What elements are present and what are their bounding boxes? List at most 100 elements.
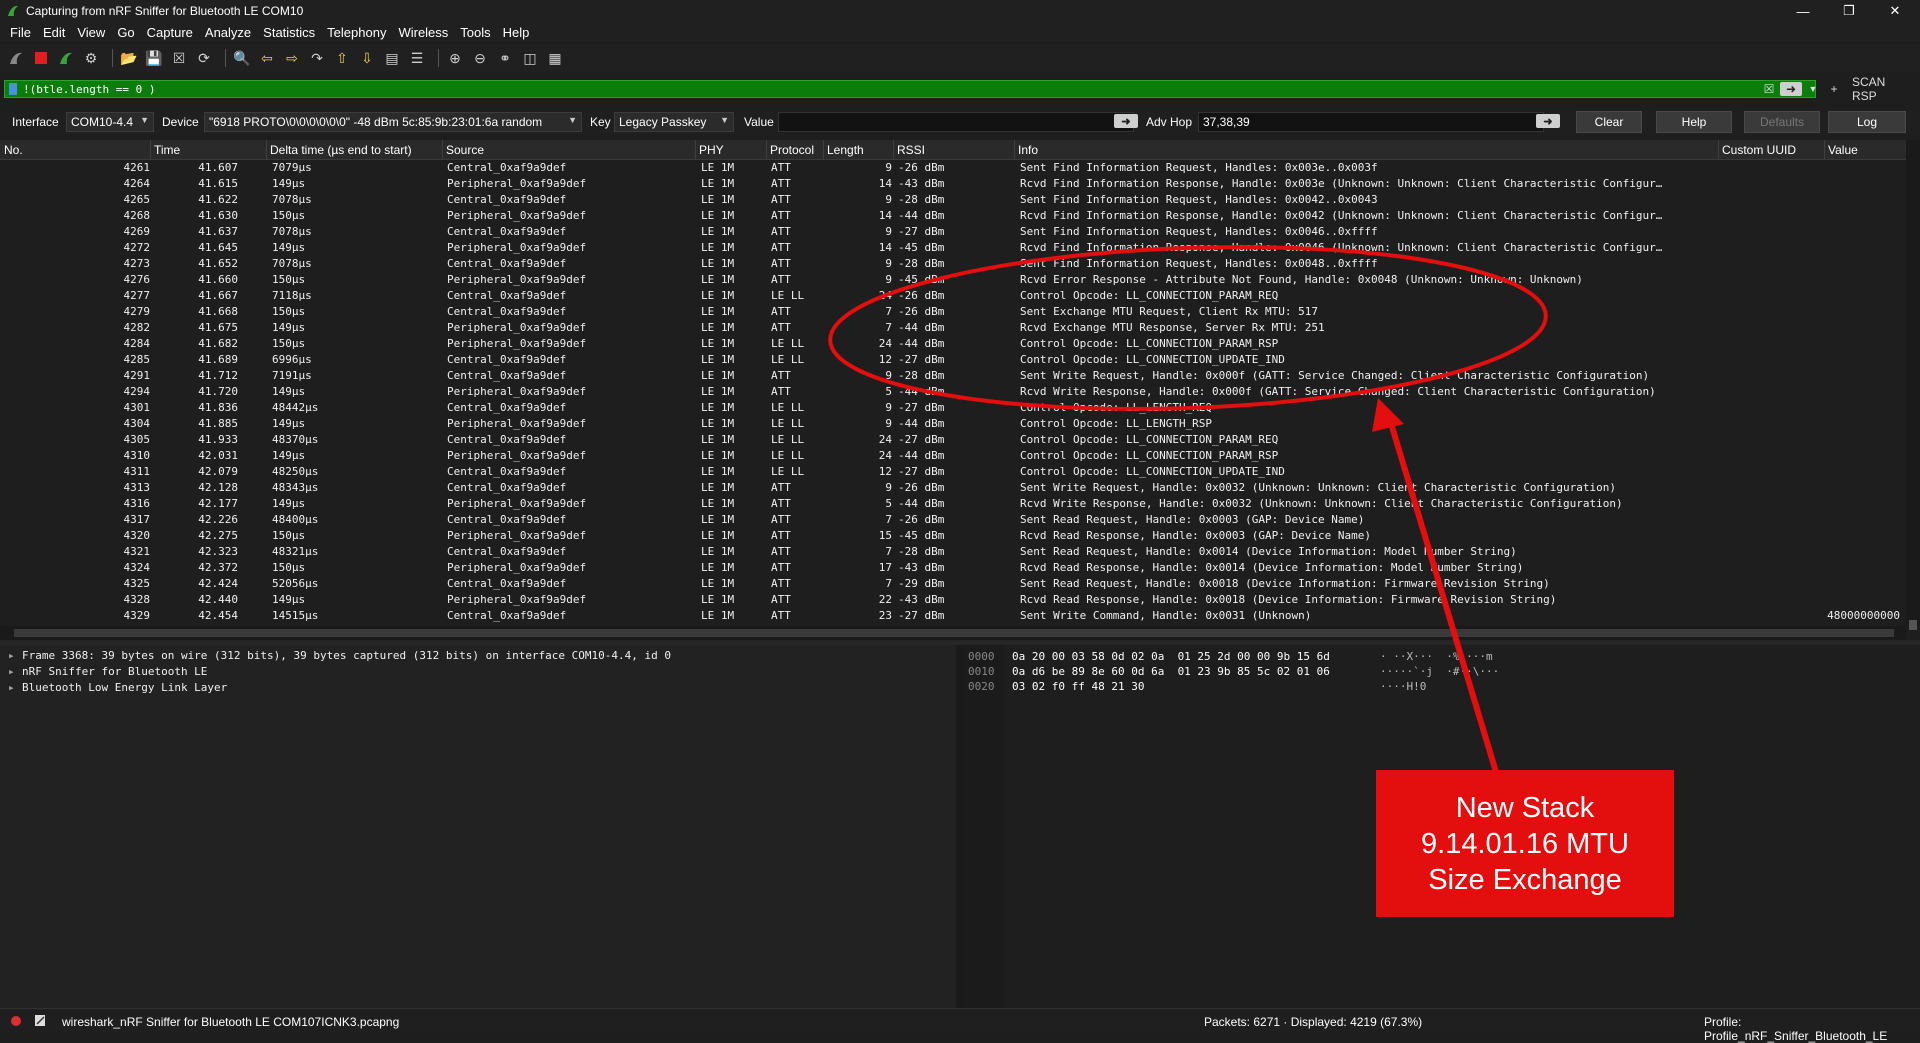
- column-divider[interactable]: [1718, 140, 1719, 159]
- value-input[interactable]: [778, 112, 1134, 132]
- apply-filter-icon[interactable]: ➜: [1780, 82, 1802, 96]
- column-divider[interactable]: [1014, 140, 1015, 159]
- packet-row[interactable]: 4285 41.689 6996µs Central_0xaf9a9def LE 1M L…: [0, 352, 1906, 368]
- packet-row[interactable]: 4282 41.675 149µs Peripheral_0xaf9a9def LE 1…: [0, 320, 1906, 336]
- packet-list-horizontal-scrollbar[interactable]: [0, 626, 1906, 640]
- zoom-out-icon[interactable]: ⊖: [470, 48, 490, 68]
- resize-columns-icon[interactable]: ◫: [520, 48, 540, 68]
- menu-wireless[interactable]: Wireless: [398, 25, 448, 40]
- column-divider[interactable]: [823, 140, 824, 159]
- byte-ascii[interactable]: ····H!0: [1380, 680, 1426, 695]
- menu-tools[interactable]: Tools: [460, 25, 490, 40]
- go-to-packet-icon[interactable]: ↷: [307, 48, 327, 68]
- save-file-icon[interactable]: 💾: [144, 48, 164, 68]
- close-file-icon[interactable]: ☒: [169, 48, 189, 68]
- reload-file-icon[interactable]: ⟳: [194, 48, 214, 68]
- stop-capture-icon[interactable]: [31, 48, 51, 68]
- go-last-icon[interactable]: ⇩: [357, 48, 377, 68]
- menu-view[interactable]: View: [77, 25, 105, 40]
- packet-row[interactable]: 4321 42.323 48321µs Central_0xaf9a9def LE 1M…: [0, 544, 1906, 560]
- packet-row[interactable]: 4317 42.226 48400µs Central_0xaf9a9def LE 1M…: [0, 512, 1906, 528]
- comment-edit-icon[interactable]: [34, 1014, 46, 1027]
- packet-row[interactable]: 4273 41.652 7078µs Central_0xaf9a9def LE 1M A…: [0, 256, 1906, 272]
- capture-status-icon[interactable]: [10, 1015, 22, 1027]
- start-capture-icon[interactable]: [6, 48, 26, 68]
- zoom-in-icon[interactable]: ⊕: [445, 48, 465, 68]
- tree-item-btle-link-layer[interactable]: ▸ Bluetooth Low Energy Link Layer: [8, 681, 227, 697]
- column-value[interactable]: Value: [1828, 143, 1858, 157]
- column-divider[interactable]: [893, 140, 894, 159]
- interface-select[interactable]: COM10-4.4 ▼: [66, 112, 154, 132]
- expand-arrow-icon[interactable]: ▸: [8, 649, 22, 662]
- column-delta-time[interactable]: Delta time (µs end to start): [270, 143, 412, 157]
- bookmark-icon[interactable]: [9, 83, 17, 95]
- column-divider[interactable]: [266, 140, 267, 159]
- packet-list-vertical-scrollbar[interactable]: [1906, 140, 1920, 630]
- byte-hex[interactable]: 0a d6 be 89 8e 60 0d 6a 01 23 9b 85 5c 0…: [1012, 665, 1330, 680]
- column-divider[interactable]: [1824, 140, 1825, 159]
- column-divider[interactable]: [695, 140, 696, 159]
- scrollbar-thumb[interactable]: [1909, 620, 1917, 630]
- minimize-button[interactable]: —: [1780, 0, 1826, 22]
- log-button[interactable]: Log: [1828, 111, 1906, 133]
- tree-item-nrf-sniffer[interactable]: ▸ nRF Sniffer for Bluetooth LE: [8, 665, 207, 681]
- go-first-icon[interactable]: ⇧: [332, 48, 352, 68]
- packet-row[interactable]: 4277 41.667 7118µs Central_0xaf9a9def LE 1M L…: [0, 288, 1906, 304]
- help-button[interactable]: Help: [1656, 111, 1732, 133]
- scrollbar-thumb[interactable]: [14, 629, 1894, 637]
- apply-value-icon[interactable]: ➜: [1114, 114, 1138, 128]
- go-back-icon[interactable]: ⇦: [257, 48, 277, 68]
- packet-row[interactable]: 4264 41.615 149µs Peripheral_0xaf9a9def LE 1…: [0, 176, 1906, 192]
- packet-row[interactable]: 4284 41.682 150µs Peripheral_0xaf9a9def LE 1…: [0, 336, 1906, 352]
- packet-row[interactable]: 4328 42.440 149µs Peripheral_0xaf9a9def LE 1…: [0, 592, 1906, 608]
- layout-icon[interactable]: ▦: [545, 48, 565, 68]
- menu-analyze[interactable]: Analyze: [205, 25, 251, 40]
- column-source[interactable]: Source: [446, 143, 484, 157]
- go-forward-icon[interactable]: ⇨: [282, 48, 302, 68]
- autoscroll-icon[interactable]: ▤: [382, 48, 402, 68]
- packet-row[interactable]: 4279 41.668 150µs Central_0xaf9a9def LE 1M AT…: [0, 304, 1906, 320]
- column-rssi[interactable]: RSSI: [897, 143, 925, 157]
- menu-file[interactable]: File: [10, 25, 31, 40]
- column-info[interactable]: Info: [1018, 143, 1038, 157]
- byte-ascii[interactable]: · ··X··· ·%-···m: [1380, 650, 1493, 665]
- packet-row[interactable]: 4310 42.031 149µs Peripheral_0xaf9a9def LE 1…: [0, 448, 1906, 464]
- defaults-button[interactable]: Defaults: [1744, 111, 1820, 133]
- clear-button[interactable]: Clear: [1576, 111, 1642, 133]
- zoom-normal-icon[interactable]: ⚭: [495, 48, 515, 68]
- menu-edit[interactable]: Edit: [43, 25, 65, 40]
- packet-row[interactable]: 4276 41.660 150µs Peripheral_0xaf9a9def LE 1…: [0, 272, 1906, 288]
- packet-row[interactable]: 4291 41.712 7191µs Central_0xaf9a9def LE 1M A…: [0, 368, 1906, 384]
- close-window-button[interactable]: ✕: [1872, 0, 1918, 22]
- open-file-icon[interactable]: 📂: [119, 48, 139, 68]
- packet-row[interactable]: 4311 42.079 48250µs Central_0xaf9a9def LE 1M…: [0, 464, 1906, 480]
- filter-history-icon[interactable]: ▼: [1808, 80, 1818, 98]
- column-protocol[interactable]: Protocol: [770, 143, 814, 157]
- packet-row[interactable]: 4272 41.645 149µs Peripheral_0xaf9a9def LE 1…: [0, 240, 1906, 256]
- column-divider[interactable]: [766, 140, 767, 159]
- packet-row[interactable]: 4294 41.720 149µs Peripheral_0xaf9a9def LE 1…: [0, 384, 1906, 400]
- byte-hex[interactable]: 03 02 f0 ff 48 21 30: [1012, 680, 1144, 695]
- expand-arrow-icon[interactable]: ▸: [8, 681, 22, 694]
- clear-filter-icon[interactable]: ☒: [1762, 80, 1776, 98]
- expand-arrow-icon[interactable]: ▸: [8, 665, 22, 678]
- column-phy[interactable]: PHY: [699, 143, 724, 157]
- packet-row[interactable]: 4325 42.424 52056µs Central_0xaf9a9def LE 1M…: [0, 576, 1906, 592]
- menu-go[interactable]: Go: [117, 25, 134, 40]
- menu-help[interactable]: Help: [503, 25, 530, 40]
- add-filter-button-icon[interactable]: +: [1828, 80, 1840, 98]
- packet-row[interactable]: 4301 41.836 48442µs Central_0xaf9a9def LE 1M…: [0, 400, 1906, 416]
- find-packet-icon[interactable]: 🔍: [232, 48, 252, 68]
- key-select[interactable]: Legacy Passkey ▼: [614, 112, 734, 132]
- menu-statistics[interactable]: Statistics: [263, 25, 315, 40]
- byte-hex[interactable]: 0a 20 00 03 58 0d 02 0a 01 25 2d 00 00 9…: [1012, 650, 1330, 665]
- byte-ascii[interactable]: ·····`·j ·#··\···: [1380, 665, 1499, 680]
- packet-row[interactable]: 4313 42.128 48343µs Central_0xaf9a9def LE 1M…: [0, 480, 1906, 496]
- column-length[interactable]: Length: [827, 143, 864, 157]
- colorize-icon[interactable]: ☰: [407, 48, 427, 68]
- packet-row[interactable]: 4324 42.372 150µs Peripheral_0xaf9a9def LE 1…: [0, 560, 1906, 576]
- packet-row[interactable]: 4329 42.454 14515µs Central_0xaf9a9def LE 1M…: [0, 608, 1906, 624]
- packet-row[interactable]: 4305 41.933 48370µs Central_0xaf9a9def LE 1M…: [0, 432, 1906, 448]
- scan-rsp-button[interactable]: SCAN RSP: [1852, 75, 1912, 103]
- column-divider[interactable]: [442, 140, 443, 159]
